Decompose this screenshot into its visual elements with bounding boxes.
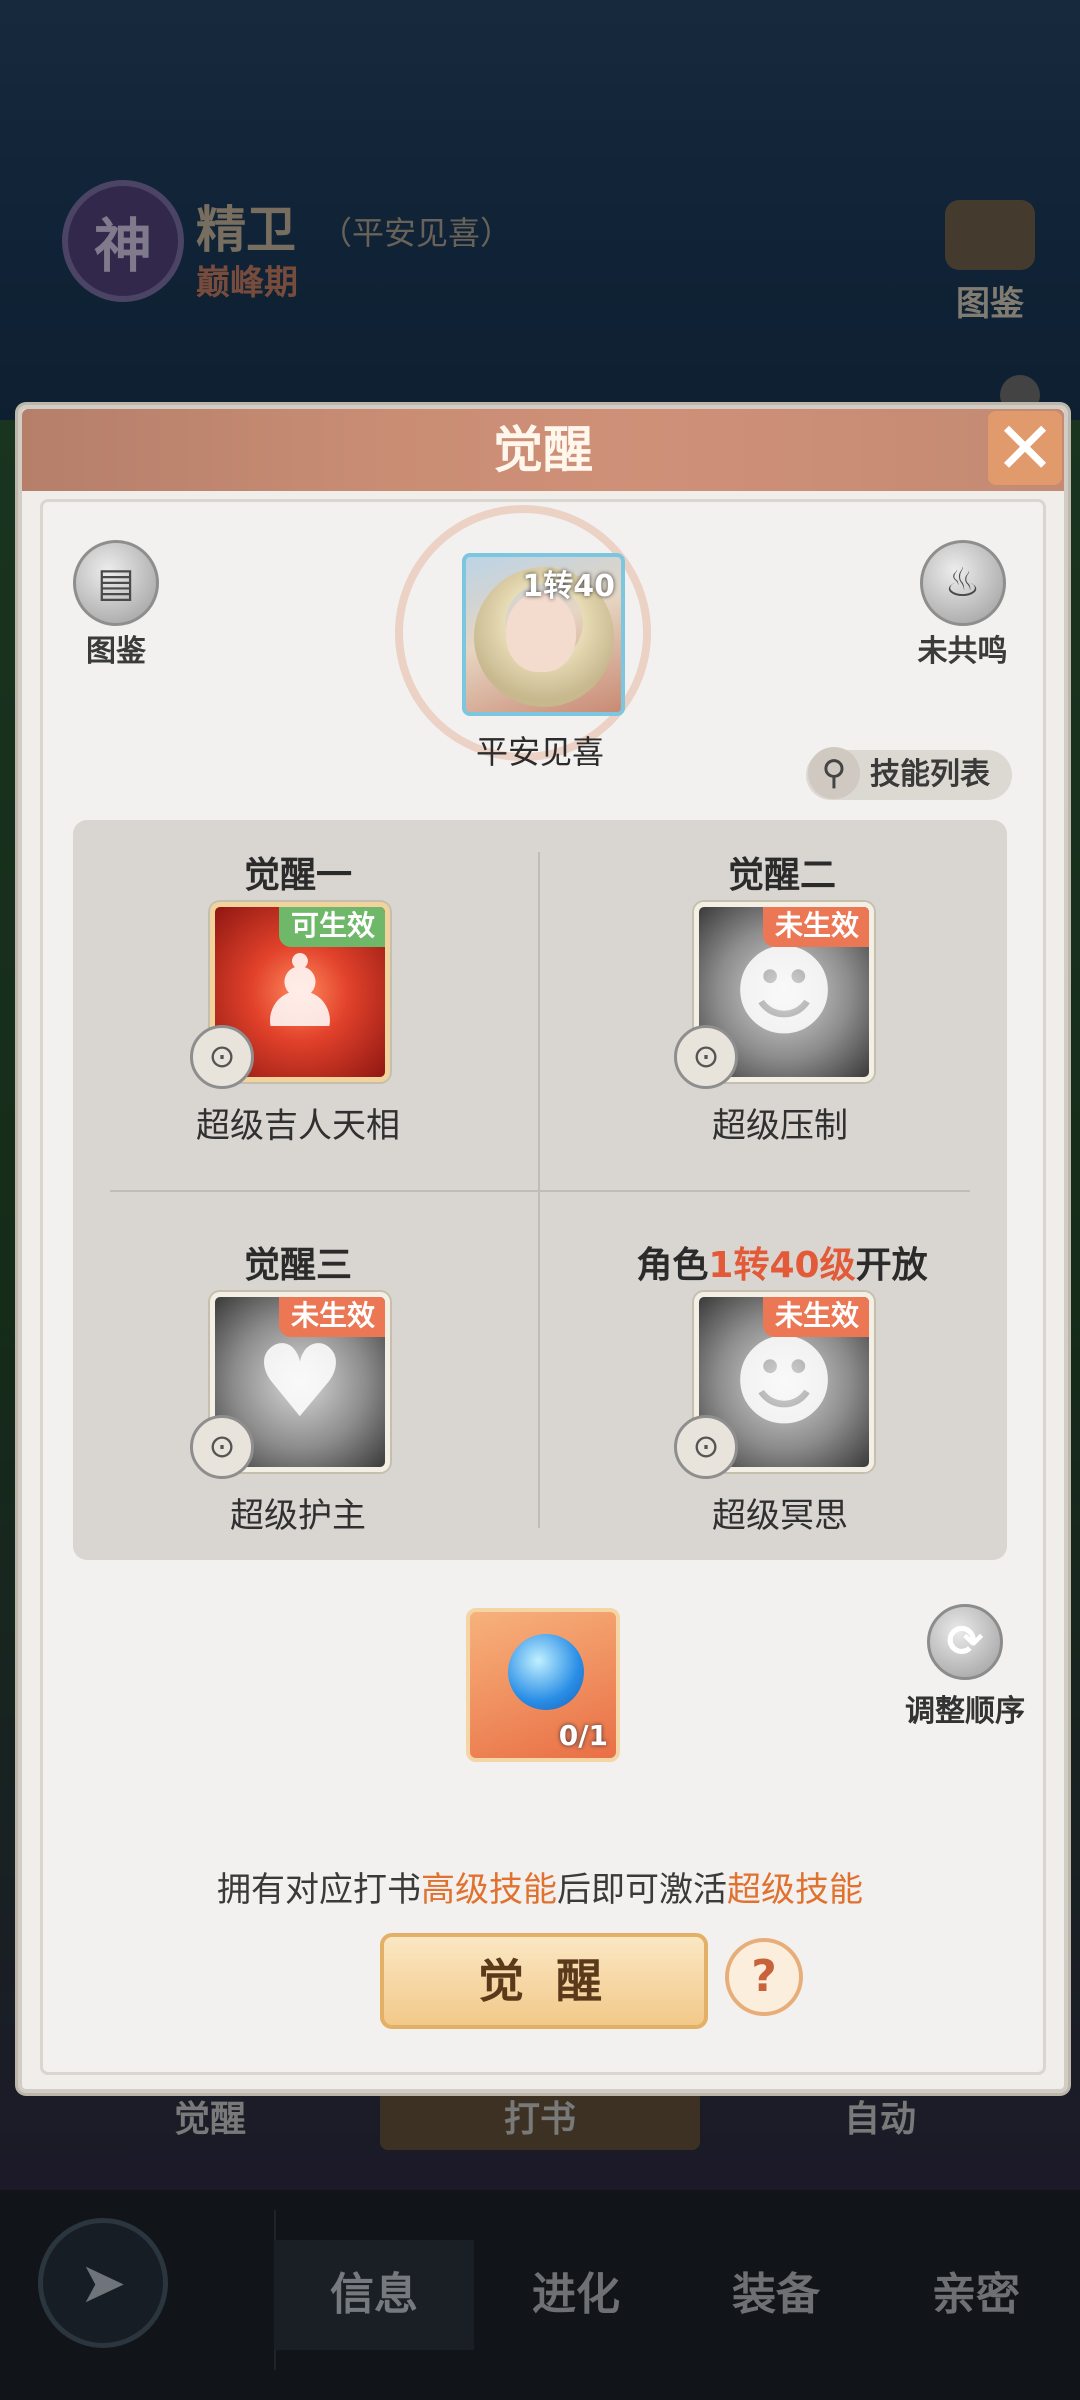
- status-badge: 未生效: [762, 1297, 869, 1337]
- unlock-icon: ⊙: [674, 1025, 738, 1089]
- tujian-label: 图鉴: [86, 634, 146, 669]
- flame-icon: ♨: [919, 540, 1006, 626]
- unlock-icon: ⊙: [190, 1415, 254, 1479]
- hint-part2: 后即可激活: [557, 1870, 727, 1910]
- hint-part1: 拥有对应打书: [217, 1870, 421, 1910]
- reorder-label: 调整顺序: [905, 1694, 1025, 1729]
- unlock-icon: ⊙: [674, 1415, 738, 1479]
- reorder-button[interactable]: ⟳ 调整顺序: [895, 1604, 1035, 1730]
- close-button[interactable]: ✕: [988, 411, 1062, 485]
- awaken-item-slot[interactable]: 0/1: [466, 1608, 620, 1762]
- hint-highlight-1: 高级技能: [421, 1870, 557, 1910]
- awaken-3-skill-name: 超级护主: [230, 1496, 366, 1536]
- awaken-1-title: 觉醒一: [243, 855, 352, 896]
- awaken-4-title: 角色1转40级开放: [632, 1236, 932, 1288]
- tujian-button[interactable]: ▤ 图鉴: [66, 540, 166, 670]
- item-count: 0/1: [558, 1719, 608, 1752]
- awaken-3-title: 觉醒三: [243, 1245, 352, 1286]
- awaken-4-skill-name: 超级冥思: [712, 1496, 848, 1536]
- awaken-1-skill-name: 超级吉人天相: [196, 1106, 400, 1146]
- help-icon[interactable]: ?: [725, 1938, 803, 2016]
- awaken-2-skill-name: 超级压制: [712, 1106, 848, 1146]
- resonance-label: 未共鸣: [917, 634, 1008, 669]
- status-badge: 未生效: [762, 907, 869, 947]
- modal-title: 觉醒: [22, 409, 1064, 491]
- activation-hint: 拥有对应打书高级技能后即可激活超级技能: [0, 1862, 1080, 1911]
- resonance-button[interactable]: ♨ 未共鸣: [900, 540, 1025, 670]
- grid-divider-horizontal: [110, 1190, 970, 1192]
- avatar-level: 1转40: [522, 569, 615, 604]
- orb-icon: [508, 1634, 584, 1710]
- awaken-4-title-prefix: 角色: [636, 1245, 709, 1286]
- search-icon: ⚲: [808, 747, 860, 799]
- refresh-icon: ⟳: [927, 1604, 1003, 1680]
- avatar-name: 平安见喜: [475, 733, 604, 771]
- awaken-4-title-highlight: 1转40级: [708, 1245, 856, 1286]
- awaken-4-title-suffix: 开放: [855, 1245, 928, 1286]
- awaken-button[interactable]: 觉 醒: [380, 1933, 708, 2029]
- status-badge: 可生效: [278, 907, 385, 947]
- skill-list-button[interactable]: ⚲ 技能列表: [806, 747, 1012, 800]
- hint-highlight-2: 超级技能: [727, 1870, 863, 1910]
- status-badge: 未生效: [278, 1297, 385, 1337]
- awaken-2-title: 觉醒二: [727, 855, 836, 896]
- skill-list-label: 技能列表: [870, 757, 990, 792]
- character-avatar[interactable]: 1转40: [462, 553, 625, 716]
- unlock-icon: ⊙: [190, 1025, 254, 1089]
- book-icon: ▤: [73, 540, 159, 626]
